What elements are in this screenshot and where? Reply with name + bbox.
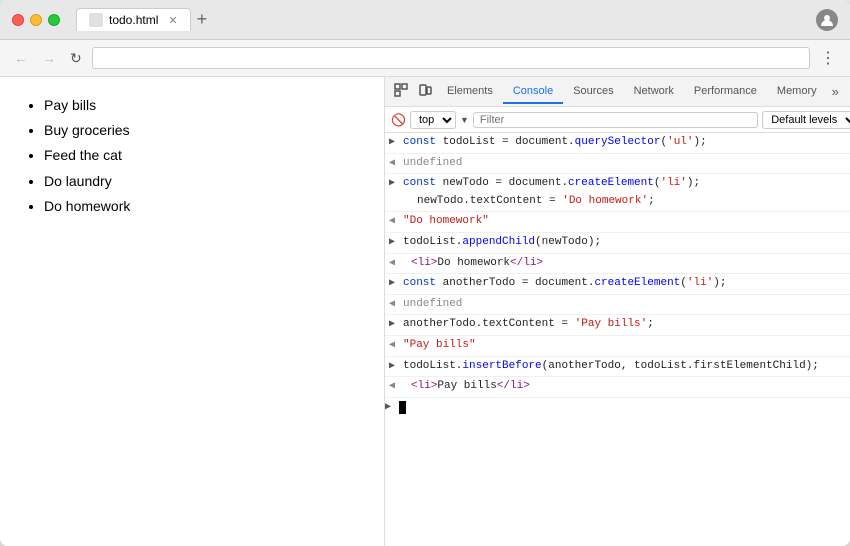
console-line: "Pay bills" [399, 337, 850, 355]
input-arrow-icon[interactable]: ▶ [385, 134, 399, 151]
console-output: ▶ const todoList = document.querySelecto… [385, 133, 850, 546]
devtools-settings-button[interactable]: ⋮ [844, 80, 850, 104]
output-arrow-icon: ◀ [385, 296, 399, 313]
tab-close-icon[interactable]: ✕ [168, 14, 177, 27]
dropdown-arrow-icon: ▼ [460, 115, 469, 125]
filter-input[interactable] [473, 112, 758, 128]
levels-select[interactable]: Default levels [762, 111, 850, 129]
console-line: const newTodo = document.createElement('… [399, 175, 850, 210]
console-entry: ◀ "Pay bills" [385, 336, 850, 357]
console-entry: ◀ <li>Pay bills</li> [385, 377, 850, 398]
console-line: <li>Pay bills</li> [399, 378, 850, 396]
tab-bar: todo.html ✕ + [76, 8, 808, 31]
input-arrow-icon[interactable]: ▶ [385, 234, 399, 251]
console-line: undefined [399, 296, 850, 314]
console-line: "Do homework" [399, 213, 850, 231]
tab-title: todo.html [109, 13, 158, 27]
output-arrow-icon: ◀ [385, 155, 399, 172]
nav-bar: ← → ↻ file:///Users/sammy/todo.html ⋮ [0, 40, 850, 77]
close-button[interactable] [12, 14, 24, 26]
browser-menu-button[interactable]: ⋮ [816, 46, 840, 70]
context-select[interactable]: top [410, 111, 456, 129]
device-toggle-button[interactable] [413, 79, 437, 104]
input-arrow-icon[interactable]: ▶ [385, 175, 399, 192]
console-line: const anotherTodo = document.createEleme… [399, 275, 850, 293]
todo-list: Pay bills Buy groceries Feed the cat Do … [24, 93, 360, 219]
more-tabs-button[interactable]: » [827, 80, 844, 103]
tab-elements[interactable]: Elements [437, 80, 503, 104]
console-entry: ▶ const anotherTodo = document.createEle… [385, 274, 850, 295]
favicon-icon [89, 13, 103, 27]
console-line: todoList.insertBefore(anotherTodo, todoL… [399, 358, 850, 376]
console-entry: ▶ todoList.appendChild(newTodo); [385, 233, 850, 254]
console-entry: ▶ const newTodo = document.createElement… [385, 174, 850, 212]
console-entry: ▶ todoList.insertBefore(anotherTodo, tod… [385, 357, 850, 378]
back-button[interactable]: ← [10, 48, 32, 68]
console-entry: ◀ undefined [385, 154, 850, 175]
page-content: Pay bills Buy groceries Feed the cat Do … [0, 77, 385, 546]
tab-console[interactable]: Console [503, 80, 563, 104]
tab-memory[interactable]: Memory [767, 80, 827, 104]
tab-network[interactable]: Network [624, 80, 684, 104]
browser-window: todo.html ✕ + ← → ↻ file:///Users/sammy/… [0, 0, 850, 546]
minimize-button[interactable] [30, 14, 42, 26]
prompt-arrow-icon: ▶ [385, 400, 399, 416]
tab-sources[interactable]: Sources [563, 80, 623, 104]
input-arrow-icon[interactable]: ▶ [385, 358, 399, 375]
console-line: todoList.appendChild(newTodo); [399, 234, 850, 252]
devtools-tabs: Elements Console Sources Network Perform… [437, 80, 844, 104]
inspect-element-button[interactable] [389, 79, 413, 104]
console-entry: ◀ <li>Do homework</li> [385, 254, 850, 275]
list-item: Do laundry [44, 169, 360, 194]
maximize-button[interactable] [48, 14, 60, 26]
list-item: Buy groceries [44, 118, 360, 143]
list-item: Feed the cat [44, 143, 360, 168]
output-arrow-icon: ◀ [385, 337, 399, 354]
devtools-panel: Elements Console Sources Network Perform… [385, 77, 850, 546]
profile-icon[interactable] [816, 9, 838, 31]
new-tab-button[interactable]: + [191, 9, 214, 30]
output-arrow-icon: ◀ [385, 255, 399, 272]
console-prompt[interactable]: ▶ [385, 398, 850, 418]
output-arrow-icon: ◀ [385, 378, 399, 395]
devtools-toolbar: Elements Console Sources Network Perform… [385, 77, 850, 107]
clear-console-button[interactable]: 🚫 [391, 113, 406, 127]
list-item: Pay bills [44, 93, 360, 118]
console-line: const todoList = document.querySelector(… [399, 134, 850, 152]
console-line: undefined [399, 155, 850, 173]
devtools-close-area: ⋮ ✕ [844, 80, 850, 104]
console-line: <li>Do homework</li> [399, 255, 850, 273]
forward-button[interactable]: → [38, 48, 60, 68]
console-entry: ▶ const todoList = document.querySelecto… [385, 133, 850, 154]
tab-performance[interactable]: Performance [684, 80, 767, 104]
traffic-lights [12, 14, 60, 26]
console-entry: ◀ "Do homework" [385, 212, 850, 233]
cursor [399, 401, 406, 414]
input-arrow-icon[interactable]: ▶ [385, 316, 399, 333]
output-arrow-icon: ◀ [385, 213, 399, 230]
active-tab[interactable]: todo.html ✕ [76, 8, 191, 31]
list-item: Do homework [44, 194, 360, 219]
console-toolbar: 🚫 top ▼ Default levels ▼ ⚙ [385, 107, 850, 133]
main-area: Pay bills Buy groceries Feed the cat Do … [0, 77, 850, 546]
input-arrow-icon[interactable]: ▶ [385, 275, 399, 292]
console-line: anotherTodo.textContent = 'Pay bills'; [399, 316, 850, 334]
title-bar: todo.html ✕ + [0, 0, 850, 40]
console-entry: ◀ undefined [385, 295, 850, 316]
address-bar[interactable]: file:///Users/sammy/todo.html [92, 47, 810, 69]
console-entry: ▶ anotherTodo.textContent = 'Pay bills'; [385, 315, 850, 336]
reload-button[interactable]: ↻ [66, 48, 86, 69]
